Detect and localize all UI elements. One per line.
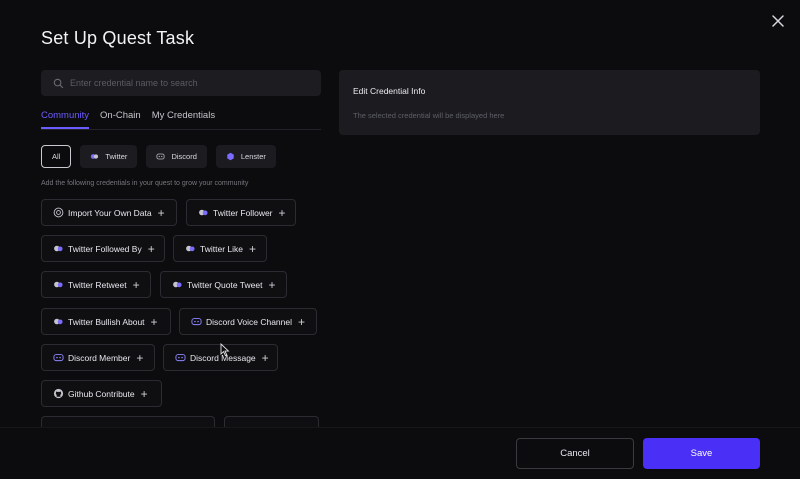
credential-discord-voice-channel[interactable]: Discord Voice Channel + [179, 308, 317, 335]
credential-discord-member[interactable]: Discord Member + [41, 344, 155, 371]
set-up-quest-task-dialog: Set Up Quest Task Community On-Chain My … [0, 0, 800, 479]
credential-partial-item[interactable] [41, 416, 215, 427]
filter-discord[interactable]: Discord [146, 145, 207, 168]
credential-tabs: Community On-Chain My Credentials [41, 110, 321, 130]
discord-icon [174, 352, 186, 364]
plus-icon: + [298, 314, 306, 329]
close-icon[interactable] [768, 11, 788, 31]
plus-icon: + [150, 314, 158, 329]
credential-twitter-bullish-about[interactable]: Twitter Bullish About + [41, 308, 171, 335]
credential-label: Github Contribute [68, 388, 135, 399]
edit-credential-panel: Edit Credential Info The selected creden… [339, 70, 760, 135]
credential-twitter-follower[interactable]: Twitter Follower + [186, 199, 296, 226]
plus-icon: + [136, 350, 144, 365]
filter-all[interactable]: All [41, 145, 72, 168]
credential-label: Import Your Own Data [68, 207, 152, 218]
plus-icon: + [261, 350, 269, 365]
credential-partial-item[interactable] [224, 416, 319, 427]
credential-label: Twitter Followed By [68, 243, 142, 254]
credential-label: Discord Member [68, 352, 131, 363]
plus-icon: + [249, 241, 257, 256]
credential-twitter-like[interactable]: Twitter Like + [173, 235, 267, 262]
credential-label: Twitter Quote Tweet [187, 279, 263, 290]
edit-panel-description: The selected credential will be displaye… [353, 111, 505, 120]
credentials-hint: Add the following credentials in your qu… [41, 180, 249, 187]
credential-label: Twitter Like [200, 243, 243, 254]
twitter-icon [184, 243, 196, 255]
credential-label: Discord Voice Channel [206, 316, 292, 327]
save-button[interactable]: Save [643, 438, 760, 469]
twitter-icon [171, 279, 183, 291]
filter-twitter[interactable]: Twitter [80, 145, 138, 168]
tab-my-credentials[interactable]: My Credentials [152, 110, 215, 129]
search-input[interactable] [70, 78, 310, 88]
plus-icon: + [157, 205, 165, 220]
search-bar[interactable] [41, 70, 321, 96]
search-icon [53, 78, 64, 88]
twitter-icon [52, 243, 64, 255]
credential-twitter-retweet[interactable]: Twitter Retweet + [41, 271, 151, 298]
credential-github-contribute[interactable]: Github Contribute + [41, 380, 162, 407]
dialog-title: Set Up Quest Task [41, 28, 195, 48]
twitter-icon [90, 152, 99, 161]
plus-icon: + [278, 205, 286, 220]
data-icon [52, 207, 64, 219]
footer-divider [0, 427, 800, 428]
filter-label: Lenster [240, 152, 266, 161]
mouse-cursor-icon [220, 343, 230, 357]
filter-label: Twitter [105, 152, 128, 161]
twitter-icon [197, 207, 209, 219]
plus-icon: + [147, 241, 155, 256]
discord-icon [190, 316, 202, 328]
plus-icon: + [140, 386, 148, 401]
filter-label: All [52, 152, 61, 161]
credential-label: Twitter Follower [213, 207, 273, 218]
discord-icon [156, 152, 165, 161]
filter-chips: All Twitter Discord Lenster [41, 145, 285, 168]
github-icon [52, 388, 64, 400]
credential-twitter-followed-by[interactable]: Twitter Followed By + [41, 235, 165, 262]
credential-label: Twitter Retweet [68, 279, 127, 290]
credential-label: Twitter Bullish About [68, 316, 145, 327]
credential-import-your-own-data[interactable]: Import Your Own Data + [41, 199, 177, 226]
tab-community[interactable]: Community [41, 110, 90, 129]
twitter-icon [52, 316, 64, 328]
plus-icon: + [268, 277, 276, 292]
filter-lenster[interactable]: Lenster [215, 145, 276, 168]
twitter-icon [52, 279, 64, 291]
plus-icon: + [132, 277, 140, 292]
lenster-icon [226, 152, 235, 161]
edit-panel-title: Edit Credential Info [353, 86, 426, 96]
tab-on-chain[interactable]: On-Chain [100, 110, 141, 129]
cancel-button[interactable]: Cancel [516, 438, 634, 469]
filter-label: Discord [171, 152, 197, 161]
discord-icon [52, 352, 64, 364]
credential-twitter-quote-tweet[interactable]: Twitter Quote Tweet + [160, 271, 287, 298]
